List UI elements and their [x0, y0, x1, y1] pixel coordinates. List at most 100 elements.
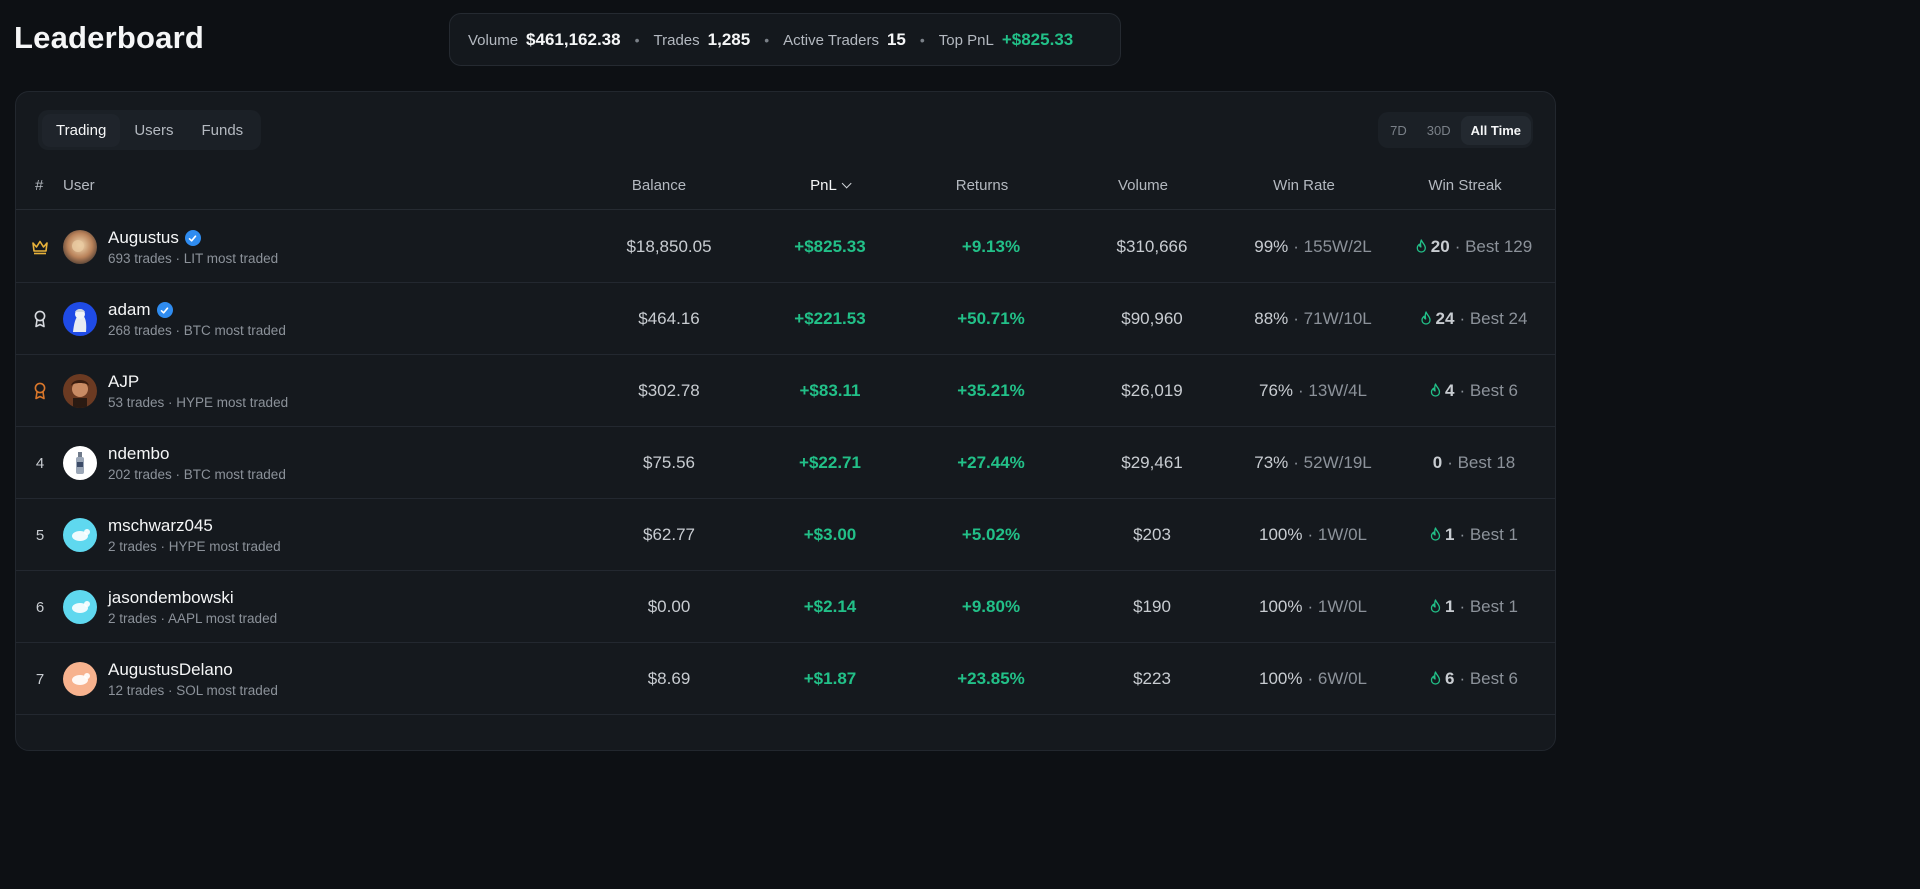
stat-item: Trades 1,285	[654, 30, 751, 50]
balance-cell: $302.78	[638, 381, 700, 400]
table-row[interactable]: 5 mschwarz045 2 trades · HYPE most traded $…	[16, 499, 1555, 571]
win-record: · 1W/0L	[1307, 525, 1368, 544]
tab-users[interactable]: Users	[120, 114, 187, 147]
column-win-rate[interactable]: Win Rate	[1273, 177, 1335, 194]
table-row[interactable]: Augustus 693 trades · LIT most traded $18,…	[16, 211, 1555, 283]
pnl-cell: +$1.87	[803, 669, 857, 688]
column-rank: #	[35, 177, 44, 194]
rank-number: 7	[35, 670, 45, 688]
user-subtitle: 693 trades · LIT most traded	[108, 251, 279, 266]
table-row[interactable]: 4 ndembo 202 trades · BTC most traded $75.5…	[16, 427, 1555, 499]
streak-best: · Best 18	[1447, 453, 1516, 472]
stat-item: Top PnL +$825.33	[939, 30, 1073, 50]
returns-cell: +5.02%	[961, 525, 1021, 544]
username-wrap[interactable]: jasondembowski	[108, 588, 234, 608]
volume-cell: $203	[1133, 525, 1171, 544]
avatar[interactable]	[63, 662, 97, 696]
username[interactable]: jasondembowski	[108, 588, 234, 608]
flame-icon	[1416, 238, 1427, 258]
pnl-cell: +$221.53	[794, 309, 866, 328]
win-rate-cell: 100% · 1W/0L	[1259, 571, 1367, 643]
win-record: · 71W/10L	[1293, 309, 1372, 328]
username-wrap[interactable]: ndembo	[108, 444, 169, 464]
table-row[interactable]: 6 jasondembowski 2 trades · AAPL most trad…	[16, 571, 1555, 643]
username[interactable]: ndembo	[108, 444, 169, 464]
win-streak-cell: 4 · Best 6	[1430, 355, 1518, 427]
verified-badge-icon	[184, 230, 201, 246]
avatar[interactable]	[63, 446, 97, 480]
username[interactable]: Augustus	[108, 228, 179, 248]
streak-current: 4	[1444, 381, 1455, 400]
win-streak-cell: 1 · Best 1	[1430, 499, 1518, 571]
column-returns[interactable]: Returns	[956, 177, 1009, 194]
win-rate-cell: 100% · 6W/0L	[1259, 643, 1367, 715]
page-title: Leaderboard	[14, 20, 204, 55]
tab-trading[interactable]: Trading	[42, 113, 121, 147]
balance-cell: $62.77	[643, 525, 695, 544]
table-row[interactable]: adam 268 trades · BTC most traded $464.16 +…	[16, 283, 1555, 355]
user-subtitle: 268 trades · BTC most traded	[108, 323, 286, 338]
username-wrap[interactable]: Augustus	[108, 228, 201, 248]
username-wrap[interactable]: AugustusDelano	[108, 660, 233, 680]
stat-label: Active Traders	[783, 31, 879, 49]
range-7d[interactable]: 7D	[1380, 116, 1417, 145]
stat-value: 1,285	[707, 29, 751, 49]
win-record: · 1W/0L	[1307, 597, 1368, 616]
flame-icon	[1421, 310, 1432, 330]
username-wrap[interactable]: adam	[108, 300, 173, 320]
username[interactable]: adam	[108, 300, 151, 320]
win-rate-cell: 88% · 71W/10L	[1254, 283, 1371, 355]
flame-icon	[1430, 598, 1441, 618]
win-streak-cell: 0 · Best 18	[1433, 427, 1516, 499]
stat-separator: •	[634, 31, 640, 48]
avatar[interactable]	[63, 518, 97, 552]
column-user[interactable]: User	[63, 177, 95, 194]
column-volume[interactable]: Volume	[1118, 177, 1168, 194]
username-wrap[interactable]: AJP	[108, 372, 139, 392]
username-wrap[interactable]: mschwarz045	[108, 516, 213, 536]
column-win-streak[interactable]: Win Streak	[1428, 177, 1501, 194]
streak-best: · Best 1	[1459, 525, 1519, 544]
win-rate-cell: 73% · 52W/19L	[1254, 427, 1371, 499]
user-subtitle: 202 trades · BTC most traded	[108, 467, 286, 482]
balance-cell: $75.56	[643, 453, 695, 472]
volume-cell: $310,666	[1116, 237, 1188, 256]
pnl-cell: +$22.71	[799, 453, 861, 472]
user-subtitle: 2 trades · HYPE most traded	[108, 539, 281, 554]
range-all-time[interactable]: All Time	[1460, 115, 1531, 145]
username[interactable]: AJP	[108, 372, 139, 392]
balance-cell: $464.16	[638, 309, 700, 328]
avatar[interactable]	[63, 230, 97, 264]
win-rate-cell: 99% · 155W/2L	[1254, 211, 1371, 283]
stat-label: Volume	[468, 31, 519, 49]
chevron-down-icon	[841, 178, 852, 189]
stat-label: Top PnL	[938, 31, 994, 49]
stat-value: $461,162.38	[526, 29, 621, 49]
username[interactable]: AugustusDelano	[108, 660, 233, 680]
column-pnl[interactable]: PnL	[810, 177, 852, 194]
table-body: Augustus 693 trades · LIT most traded $18,…	[16, 211, 1555, 715]
avatar[interactable]	[63, 374, 97, 408]
table-row[interactable]: AJP 53 trades · HYPE most traded $302.78 +$…	[16, 355, 1555, 427]
range-30d[interactable]: 30D	[1417, 116, 1461, 145]
streak-current: 1	[1444, 525, 1455, 544]
win-record: · 6W/0L	[1307, 669, 1368, 688]
silver-medal-icon	[31, 283, 49, 355]
rank-number: 5	[35, 526, 45, 544]
column-balance[interactable]: Balance	[632, 177, 686, 194]
win-rate-cell: 76% · 13W/4L	[1259, 355, 1367, 427]
username[interactable]: mschwarz045	[108, 516, 213, 536]
pnl-cell: +$825.33	[794, 237, 866, 256]
stat-separator: •	[764, 31, 770, 48]
leaderboard-panel: Trading Users Funds 7D 30D All Time # User B…	[15, 91, 1556, 751]
stats-bar: Volume $461,162.38 • Trades 1,285 • Active Tra…	[449, 13, 1121, 66]
avatar[interactable]	[63, 590, 97, 624]
win-record: · 52W/19L	[1293, 453, 1372, 472]
bronze-medal-icon	[31, 355, 49, 427]
pnl-cell: +$83.11	[799, 381, 861, 400]
tab-funds[interactable]: Funds	[187, 114, 257, 147]
table-row[interactable]: 7 AugustusDelano 12 trades · SOL most trad…	[16, 643, 1555, 715]
column-pnl-label: PnL	[810, 177, 837, 194]
avatar[interactable]	[63, 302, 97, 336]
pnl-cell: +$3.00	[803, 525, 857, 544]
